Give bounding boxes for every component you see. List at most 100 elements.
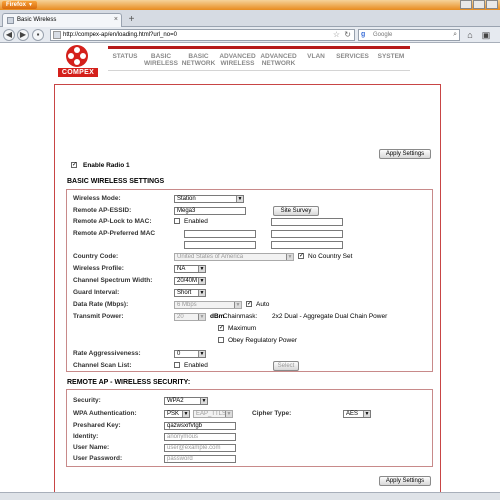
lock-mac-label: Remote AP-Lock to MAC: [73, 218, 152, 225]
nav-label: NETWORK [181, 60, 216, 67]
compex-logo: COMPEX [58, 45, 98, 79]
site-identity-icon[interactable] [53, 31, 61, 39]
apply-settings-button-bottom[interactable]: Apply Settings [379, 476, 431, 486]
eap-method-value: EAP_TTLS [196, 411, 227, 417]
chevron-down-icon: ▼ [200, 398, 207, 404]
nav-system[interactable]: SYSTEM [372, 50, 410, 70]
wireless-mode-select[interactable]: Station ▼ [174, 195, 244, 203]
data-rate-select[interactable]: 6 Mbps ▼ [174, 301, 242, 309]
auto-rate-checkbox[interactable]: ✓ [246, 301, 252, 307]
rate-aggressiveness-select[interactable]: 0 ▼ [174, 350, 206, 358]
nav-label: BASIC [188, 53, 209, 60]
nav-basic-network[interactable]: BASIC NETWORK [180, 50, 217, 70]
transmit-power-label: Transmit Power: [73, 313, 124, 320]
identity-label: Identity: [73, 433, 99, 440]
nav-label: SERVICES [336, 53, 369, 60]
tab-title: Basic Wireless [17, 17, 57, 23]
preferred-mac-input-2[interactable] [271, 230, 343, 238]
nav-basic-wireless[interactable]: BASIC WIRELESS [142, 50, 180, 70]
enable-radio-checkbox[interactable]: ✓ [71, 162, 77, 168]
nav-status[interactable]: STATUS [108, 50, 142, 70]
guard-interval-label: Guard Interval: [73, 289, 120, 296]
main-navigation: STATUS BASIC WIRELESS BASIC NETWORK ADVANC… [108, 50, 410, 70]
wireless-profile-value: NA [177, 266, 186, 272]
bookmark-star-icon[interactable]: ☆ [333, 30, 340, 40]
identity-input[interactable]: anonymous [164, 433, 236, 441]
nav-advanced-wireless[interactable]: ADVANCED WIRELESS [217, 50, 258, 70]
maximum-power-checkbox[interactable]: ✓ [218, 325, 224, 331]
google-icon[interactable]: g [361, 31, 370, 39]
channel-scan-checkbox[interactable] [174, 362, 180, 368]
site-survey-button[interactable]: Site Survey [273, 206, 319, 216]
lock-mac-checkbox[interactable] [174, 218, 180, 224]
essid-input[interactable]: Mega3 [174, 207, 246, 215]
data-rate-label: Data Rate (Mbps): [73, 301, 129, 308]
forward-button[interactable]: ▶ [17, 29, 29, 41]
close-tab-icon[interactable]: × [114, 14, 118, 26]
essid-label: Remote AP-ESSID: [73, 207, 132, 214]
chevron-down-icon: ▼ [182, 411, 189, 417]
nav-top-bar [108, 46, 410, 49]
nav-advanced-network[interactable]: ADVANCED NETWORK [258, 50, 299, 70]
no-country-label: No Country Set [308, 253, 353, 260]
wireless-profile-label: Wireless Profile: [73, 265, 124, 272]
maximum-power-label: Maximum [228, 325, 257, 332]
back-button[interactable]: ◀ [3, 29, 15, 41]
channel-select-button[interactable]: Select [273, 361, 299, 371]
nav-bottom-rule [108, 70, 410, 71]
lock-mac-input[interactable] [271, 218, 343, 226]
obey-regulatory-checkbox[interactable] [218, 337, 224, 343]
close-window-button[interactable] [486, 0, 498, 9]
country-code-label: Country Code: [73, 253, 119, 260]
wireless-profile-select[interactable]: NA ▼ [174, 265, 206, 273]
nav-label: WIRELESS [220, 60, 255, 67]
guard-interval-select[interactable]: Short ▼ [174, 289, 206, 297]
eap-method-select[interactable]: EAP_TTLS ▼ [193, 410, 233, 418]
toolbar-menu-icon[interactable]: ▣ [480, 29, 492, 41]
preferred-mac-label: Remote AP-Preferred MAC [73, 230, 156, 237]
search-input[interactable]: g Google ⌕ [358, 29, 460, 41]
minimize-button[interactable] [460, 0, 472, 9]
channel-scan-label: Channel Scan List: [73, 362, 132, 369]
username-input[interactable]: user@example.com [164, 444, 236, 452]
country-code-select[interactable]: United States of America ▼ [174, 253, 294, 261]
lock-mac-enabled-label: Enabled [184, 218, 208, 225]
country-code-value: United States of America [177, 254, 244, 260]
rate-aggressiveness-label: Rate Aggressiveness: [73, 350, 141, 357]
preferred-mac-input-4[interactable] [271, 241, 343, 249]
cipher-type-label: Cipher Type: [252, 410, 292, 417]
window-titlebar: Firefox ▼ [0, 0, 500, 10]
chevron-down-icon: ▼ [198, 314, 205, 320]
transmit-power-select[interactable]: 20 ▼ [174, 313, 206, 321]
preferred-mac-input-1[interactable] [184, 230, 256, 238]
preferred-mac-input-3[interactable] [184, 241, 256, 249]
navigation-toolbar: ◀ ▶ ▪ http://compex-ap/en/loading.html?u… [0, 27, 500, 43]
preshared-key-input[interactable]: qazwsxrfvtgb [164, 422, 236, 430]
nav-label: ADVANCED [219, 53, 256, 60]
no-country-checkbox[interactable]: ✓ [298, 253, 304, 259]
reload-icon[interactable]: ↻ [344, 30, 351, 40]
nav-label: WIRELESS [144, 60, 178, 67]
new-tab-button[interactable]: + [126, 14, 137, 25]
password-input[interactable]: password [164, 455, 236, 463]
firefox-menu-button[interactable]: Firefox ▼ [2, 1, 37, 9]
logo-text: COMPEX [58, 68, 98, 77]
search-icon[interactable]: ⌕ [453, 30, 457, 40]
username-label: User Name: [73, 444, 110, 451]
window-controls [460, 0, 498, 10]
url-bar[interactable]: http://compex-ap/en/loading.html?url_no=… [50, 29, 355, 41]
home-page-icon[interactable]: ▪ [32, 29, 44, 41]
wpa-auth-select[interactable]: PSK ▼ [164, 410, 190, 418]
logo-mark [66, 45, 88, 67]
cipher-type-select[interactable]: AES ▼ [343, 410, 371, 418]
nav-services[interactable]: SERVICES [333, 50, 372, 70]
spectrum-width-value: 20/40M [177, 278, 198, 284]
apply-settings-button-top[interactable]: Apply Settings [379, 149, 431, 159]
spectrum-width-select[interactable]: 20/40M ▼ [174, 277, 206, 285]
home-icon[interactable]: ⌂ [464, 29, 476, 41]
maximize-button[interactable] [473, 0, 485, 9]
security-select[interactable]: WPA2 ▼ [164, 397, 208, 405]
nav-vlan[interactable]: VLAN [299, 50, 333, 70]
preshared-key-label: Preshared Key: [73, 422, 121, 429]
tab-basic-wireless[interactable]: Basic Wireless × [2, 13, 122, 27]
